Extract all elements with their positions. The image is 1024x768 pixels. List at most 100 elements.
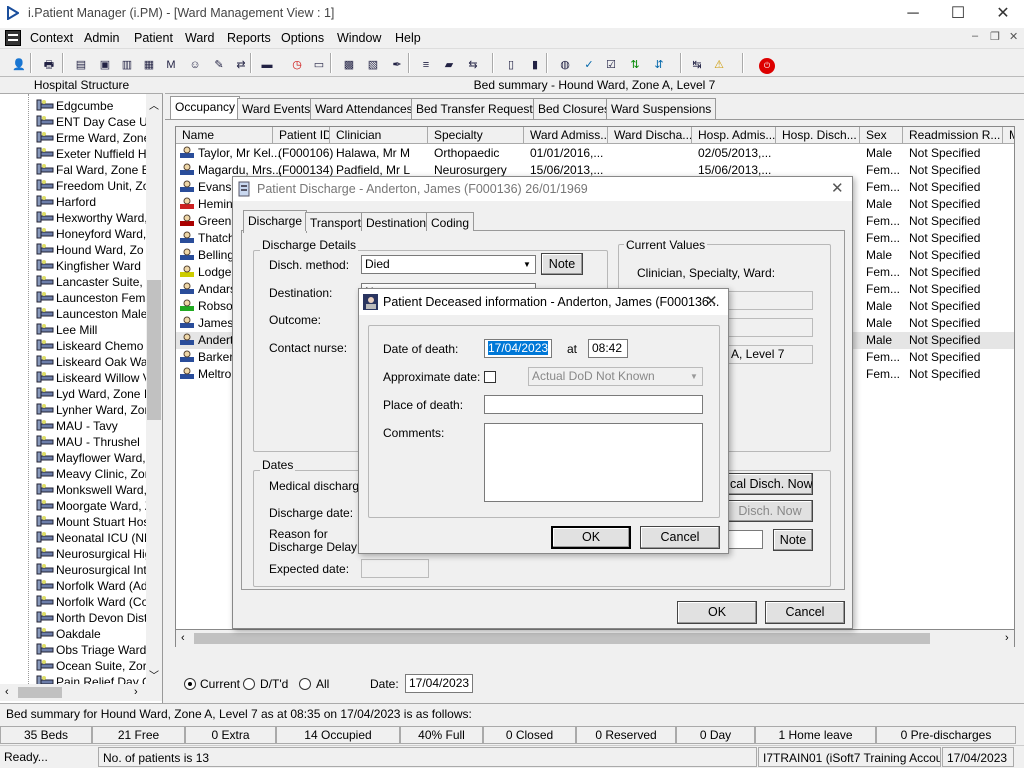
grid-horizontal-scrollbar[interactable]: ‹ ›	[175, 630, 1015, 647]
tree-item-ward[interactable]: Lyd Ward, Zone I	[36, 386, 146, 402]
column-name[interactable]: Name	[176, 127, 273, 144]
warning-toolbar-button[interactable]: ⚠	[708, 52, 730, 74]
m-toolbar-button[interactable]: M	[160, 52, 182, 74]
table-row[interactable]: Taylor, Mr Kel... (F000106) Halawa, Mr M Or…	[176, 145, 1014, 162]
column-ward-discharge[interactable]: Ward Discha...	[608, 127, 692, 144]
tree-item-ward[interactable]: Hexworthy Ward,	[36, 210, 146, 226]
column-hosp-discharge[interactable]: Hosp. Disch...	[776, 127, 860, 144]
tree-item-ward[interactable]: Fal Ward, Zone E	[36, 162, 146, 178]
transfer-toolbar-button[interactable]: ⇄	[230, 52, 252, 74]
tree-item-ward[interactable]: Neurosurgical Hig	[36, 546, 146, 562]
green-arrows-toolbar-button[interactable]: ⇅	[624, 52, 646, 74]
date-of-death-input[interactable]: 17/04/2023	[484, 339, 552, 358]
tree-item-ward[interactable]: Pain Relief Day C	[36, 674, 146, 684]
tab-discharge[interactable]: Discharge	[243, 210, 308, 233]
bar-chart-toolbar-button[interactable]: ▮	[524, 52, 546, 74]
menu-options[interactable]: Options	[281, 31, 324, 45]
discharge-ok-button[interactable]: OK	[677, 601, 757, 624]
tree-item-ward[interactable]: Mount Stuart Hos	[36, 514, 146, 530]
medical-disch-now-button[interactable]: cal Disch. Now	[727, 473, 813, 495]
tree-item-ward[interactable]: Moorgate Ward, Z	[36, 498, 146, 514]
mdi-restore-button[interactable]: ❐	[990, 30, 1000, 43]
grid-hscroll-thumb[interactable]	[194, 633, 930, 644]
tree-item-ward[interactable]: Norfolk Ward (Ad	[36, 578, 146, 594]
close-button[interactable]: ✕	[980, 0, 1024, 28]
scroll-up-arrow-icon[interactable]: ︿	[149, 97, 159, 112]
bed-move-toolbar-button[interactable]: ⇆	[462, 52, 484, 74]
tree-item-ward[interactable]: Liskeard Oak Wa	[36, 354, 146, 370]
tree-item-ward[interactable]: MAU - Tavy	[36, 418, 146, 434]
tab-ward-attendances[interactable]: Ward Attendances	[310, 98, 418, 119]
tab-bed-transfer-requests[interactable]: Bed Transfer Requests	[411, 98, 544, 119]
mdi-close-button[interactable]: ✕	[1009, 30, 1018, 43]
column-sex[interactable]: Sex	[860, 127, 903, 144]
chevron-down-icon[interactable]: ▼	[519, 256, 535, 273]
image-toolbar-button[interactable]: ▩	[338, 52, 360, 74]
column-ward-admission[interactable]: Ward Admiss...	[524, 127, 608, 144]
book-red-toolbar-button[interactable]: ▣	[94, 52, 116, 74]
tree-item-ward[interactable]: Mayflower Ward,	[36, 450, 146, 466]
grid-scroll-right-icon[interactable]: ›	[1005, 632, 1009, 644]
scroll-right-arrow-icon[interactable]: ›	[134, 686, 138, 698]
tab-ward-suspensions[interactable]: Ward Suspensions	[606, 98, 717, 119]
deceased-cancel-button[interactable]: Cancel	[640, 526, 720, 549]
mdi-minimize-button[interactable]: –	[972, 30, 978, 42]
grid-scroll-left-icon[interactable]: ‹	[181, 632, 185, 644]
tree-hscroll-thumb[interactable]	[18, 687, 62, 698]
check-list-toolbar-button[interactable]: ☑	[600, 52, 622, 74]
tab-coding[interactable]: Coding	[426, 212, 475, 231]
tree-item-ward[interactable]: ENT Day Case U	[36, 114, 146, 130]
books-toolbar-button[interactable]: ▤	[70, 52, 92, 74]
tree-item-ward[interactable]: Kingfisher Ward	[36, 258, 146, 274]
menu-reports[interactable]: Reports	[227, 31, 271, 45]
date-input[interactable]: 17/04/2023	[405, 674, 473, 693]
disch-method-select[interactable]: Died ▼	[361, 255, 536, 274]
menu-ward[interactable]: Ward	[185, 31, 214, 45]
list-toolbar-button[interactable]: ≡	[415, 52, 437, 74]
tree-item-ward[interactable]: Ocean Suite, Zor	[36, 658, 146, 674]
globe-toolbar-button[interactable]: ◍	[554, 52, 576, 74]
tree-item-ward[interactable]: Neonatal ICU (NN	[36, 530, 146, 546]
tree-item-ward[interactable]: Launceston Male	[36, 306, 146, 322]
disch-method-note-button[interactable]: Note	[541, 253, 583, 275]
tree-item-ward[interactable]: Honeyford Ward,	[36, 226, 146, 242]
approximate-date-select[interactable]: Actual DoD Not Known ▼	[528, 367, 703, 386]
tab-bed-closures[interactable]: Bed Closures	[533, 98, 616, 119]
bed-toolbar-button[interactable]: ▬	[256, 52, 278, 74]
tree-item-ward[interactable]: Liskeard Willow V	[36, 370, 146, 386]
exit-toolbar-button[interactable]: ⏻	[756, 52, 778, 74]
expected-date-field[interactable]	[361, 559, 429, 578]
car-toolbar-button[interactable]: ▰	[438, 52, 460, 74]
clock-toolbar-button[interactable]: ◷	[286, 52, 308, 74]
tab-transport[interactable]: Transport	[305, 212, 366, 231]
menu-window[interactable]: Window	[337, 31, 381, 45]
tree-item-ward[interactable]: Meavy Clinic, Zor	[36, 466, 146, 482]
place-of-death-input[interactable]	[484, 395, 703, 414]
approximate-date-checkbox[interactable]	[484, 371, 496, 383]
tree-item-ward[interactable]: Exeter Nuffield H	[36, 146, 146, 162]
minimize-button[interactable]: ─	[890, 0, 936, 28]
column-hosp-admission[interactable]: Hosp. Admis...	[692, 127, 776, 144]
comments-textarea[interactable]	[484, 423, 703, 502]
time-of-death-input[interactable]: 08:42	[588, 339, 628, 358]
mdi-system-icon[interactable]	[5, 30, 21, 46]
radio-current[interactable]	[184, 678, 196, 690]
doc-blue-toolbar-button[interactable]: ▦	[138, 52, 160, 74]
scroll-left-arrow-icon[interactable]: ‹	[5, 686, 9, 698]
tree-item-ward[interactable]: Obs Triage Ward	[36, 642, 146, 658]
page-toolbar-button[interactable]: ▯	[500, 52, 522, 74]
chart-toolbar-button[interactable]: ▧	[362, 52, 384, 74]
tree-item-ward[interactable]: Neurosurgical Inte	[36, 562, 146, 578]
tree-scroll-thumb[interactable]	[147, 280, 161, 420]
printer-toolbar-button[interactable]: 🖶	[38, 52, 60, 74]
tree-item-ward[interactable]: Freedom Unit, Zo	[36, 178, 146, 194]
pen-toolbar-button[interactable]: ✒	[386, 52, 408, 74]
tree-item-ward[interactable]: Harford	[36, 194, 146, 210]
discharge-cancel-button[interactable]: Cancel	[765, 601, 845, 624]
tab-occupancy[interactable]: Occupancy	[170, 96, 241, 119]
column-me[interactable]: Me	[1003, 127, 1014, 144]
tree-item-ward[interactable]: Lee Mill	[36, 322, 146, 338]
patient-toolbar-button[interactable]: 👤	[8, 52, 30, 74]
tree-item-ward[interactable]: Oakdale	[36, 626, 146, 642]
swap-toolbar-button[interactable]: ↹	[686, 52, 708, 74]
